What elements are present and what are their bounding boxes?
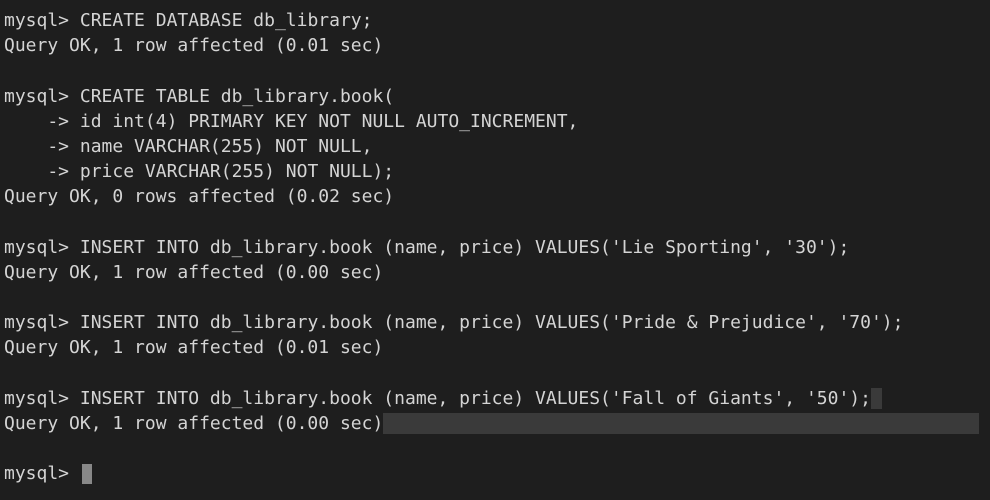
- sql-statement: id int(4) PRIMARY KEY NOT NULL AUTO_INCR…: [80, 111, 579, 132]
- sql-statement: INSERT INTO db_library.book (name, price…: [80, 388, 882, 409]
- response-line-5: Query OK, 1 row affected (0.00 sec): [4, 411, 986, 436]
- blank-line: [4, 361, 986, 386]
- command-line-2: mysql> CREATE TABLE db_library.book(: [4, 84, 986, 109]
- blank-line: [4, 58, 986, 83]
- continuation-prompt: ->: [4, 161, 69, 182]
- mysql-prompt: mysql>: [4, 312, 69, 333]
- cursor-icon: [82, 464, 92, 484]
- blank-line: [4, 285, 986, 310]
- sql-statement: name VARCHAR(255) NOT NULL,: [80, 136, 373, 157]
- selection-highlight: [383, 413, 979, 434]
- mysql-prompt: mysql>: [4, 237, 69, 258]
- command-line-5: mysql> INSERT INTO db_library.book (name…: [4, 386, 986, 411]
- sql-statement: price VARCHAR(255) NOT NULL);: [80, 161, 394, 182]
- response-line-4: Query OK, 1 row affected (0.01 sec): [4, 335, 986, 360]
- command-line-1: mysql> CREATE DATABASE db_library;: [4, 8, 986, 33]
- sql-statement: INSERT INTO db_library.book (name, price…: [80, 312, 904, 333]
- mysql-prompt: mysql>: [4, 10, 69, 31]
- response-line-1: Query OK, 1 row affected (0.01 sec): [4, 33, 986, 58]
- sql-statement: INSERT INTO db_library.book (name, price…: [80, 237, 849, 258]
- continuation-line-3: -> price VARCHAR(255) NOT NULL);: [4, 159, 986, 184]
- mysql-prompt: mysql>: [4, 463, 69, 484]
- sql-statement: CREATE TABLE db_library.book(: [80, 86, 394, 107]
- active-prompt-line[interactable]: mysql>: [4, 461, 986, 486]
- blank-line: [4, 210, 986, 235]
- continuation-prompt: ->: [4, 111, 69, 132]
- sql-statement: CREATE DATABASE db_library;: [80, 10, 373, 31]
- mysql-prompt: mysql>: [4, 388, 69, 409]
- response-line-2: Query OK, 0 rows affected (0.02 sec): [4, 184, 986, 209]
- continuation-line-1: -> id int(4) PRIMARY KEY NOT NULL AUTO_I…: [4, 109, 986, 134]
- mysql-terminal[interactable]: mysql> CREATE DATABASE db_library; Query…: [4, 8, 986, 487]
- response-line-3: Query OK, 1 row affected (0.00 sec): [4, 260, 986, 285]
- blank-line: [4, 436, 986, 461]
- command-line-4: mysql> INSERT INTO db_library.book (name…: [4, 310, 986, 335]
- continuation-line-2: -> name VARCHAR(255) NOT NULL,: [4, 134, 986, 159]
- mysql-prompt: mysql>: [4, 86, 69, 107]
- continuation-prompt: ->: [4, 136, 69, 157]
- selection-highlight: [871, 388, 882, 409]
- command-line-3: mysql> INSERT INTO db_library.book (name…: [4, 235, 986, 260]
